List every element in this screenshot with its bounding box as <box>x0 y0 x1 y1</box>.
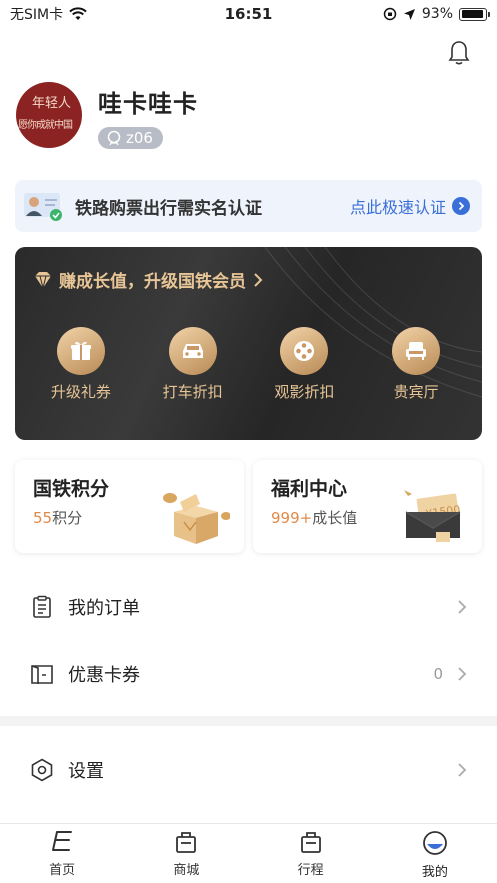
vip-benefit-label: 贵宾厅 <box>393 383 439 401</box>
username: 哇卡哇卡 <box>98 90 198 118</box>
verify-link-label: 点此极速认证 <box>349 198 446 217</box>
avatar[interactable]: 年轻人 愿你成就中国 <box>16 82 82 148</box>
gift-box-art-icon <box>163 493 230 544</box>
vip-benefit-movie-discount[interactable]: 观影折扣 <box>259 327 349 402</box>
welfare-center-card[interactable]: 福利中心 999+成长值 ¥1500 <box>253 460 482 553</box>
film-reel-icon <box>280 327 329 375</box>
rotation-lock-icon <box>383 7 397 21</box>
chevron-right-icon <box>458 763 467 777</box>
user-level-badge[interactable]: z06 <box>98 127 163 149</box>
settings-label: 设置 <box>68 761 104 782</box>
points-value: 55 <box>33 509 53 527</box>
vip-header-text: 赚成长值，升级国铁会员 <box>59 272 246 292</box>
vip-upgrade-link[interactable]: 赚成长值，升级国铁会员 <box>33 267 264 292</box>
battery-icon <box>459 7 490 21</box>
location-arrow-icon <box>403 8 415 20</box>
my-orders-row[interactable]: 我的订单 <box>0 577 497 637</box>
vip-benefit-vip-lounge[interactable]: 贵宾厅 <box>371 327 461 402</box>
points-unit: 积分 <box>52 509 83 527</box>
order-list-icon <box>33 595 51 618</box>
status-bar: 无SIM卡 16:51 93% <box>0 0 497 28</box>
coupon-book-icon <box>31 665 53 684</box>
avatar-text-1: 年轻人 <box>32 96 72 111</box>
verify-banner-text: 铁路购票出行需实名认证 <box>75 198 262 219</box>
bell-icon[interactable] <box>447 40 471 66</box>
train-icon <box>107 130 121 146</box>
wifi-icon <box>69 7 87 20</box>
tab-label: 我的 <box>421 865 448 880</box>
envelope-ticket-art-icon: ¥1500 <box>404 490 461 542</box>
tab-trips[interactable]: 行程 <box>249 824 373 883</box>
armchair-icon <box>392 327 441 375</box>
vip-benefit-taxi-discount[interactable]: 打车折扣 <box>148 327 238 402</box>
real-name-verify-banner[interactable]: 铁路购票出行需实名认证 点此极速认证 <box>15 180 482 232</box>
profile-header[interactable]: 年轻人 愿你成就中国 哇卡哇卡 z06 <box>16 82 198 150</box>
trip-bag-icon <box>300 832 321 853</box>
vip-membership-card[interactable]: 赚成长值，升级国铁会员 升级礼券 打车折扣 观影折扣 贵宾厅 <box>15 247 482 440</box>
tab-mine[interactable]: 我的 <box>373 824 497 883</box>
bottom-tab-bar: 首页 商城 行程 我的 <box>0 823 497 883</box>
home-icon <box>52 831 73 851</box>
settings-row[interactable]: 设置 <box>0 740 497 800</box>
user-tag-label: z06 <box>126 129 153 147</box>
coupons-count: 0 <box>433 665 443 683</box>
settings-hexagon-icon <box>31 758 53 782</box>
section-divider <box>0 716 497 726</box>
tab-shop[interactable]: 商城 <box>124 824 248 883</box>
welfare-unit: 成长值 <box>312 509 358 527</box>
car-icon <box>168 327 217 375</box>
tab-label: 行程 <box>297 863 324 878</box>
chevron-right-icon <box>458 667 467 681</box>
gift-icon <box>56 327 105 375</box>
chevron-right-circle-icon <box>452 197 470 215</box>
welfare-value: 999+ <box>271 509 313 527</box>
chevron-right-icon <box>254 272 263 287</box>
tab-label: 首页 <box>49 863 76 878</box>
vip-benefit-upgrade-coupon[interactable]: 升级礼券 <box>36 327 126 402</box>
tab-label: 商城 <box>173 863 200 878</box>
coupons-label: 优惠卡券 <box>68 665 140 686</box>
chevron-right-icon <box>458 600 467 614</box>
profile-icon <box>422 831 447 855</box>
my-orders-label: 我的订单 <box>68 598 140 619</box>
shop-bag-icon <box>176 832 197 853</box>
diamond-icon <box>35 271 51 288</box>
vip-benefit-label: 观影折扣 <box>274 383 335 401</box>
tab-home[interactable]: 首页 <box>0 824 124 883</box>
id-card-icon <box>24 193 62 221</box>
avatar-text-2: 愿你成就中国 <box>18 120 73 131</box>
coupons-row[interactable]: 优惠卡券 0 <box>0 644 497 704</box>
vip-benefit-label: 升级礼券 <box>50 383 111 401</box>
battery-percent: 93% <box>421 6 453 22</box>
vip-benefit-label: 打车折扣 <box>162 383 223 401</box>
verify-now-link[interactable]: 点此极速认证 <box>350 194 470 218</box>
carrier-label: 无SIM卡 <box>10 7 64 23</box>
railway-points-card[interactable]: 国铁积分 55积分 <box>15 460 244 553</box>
